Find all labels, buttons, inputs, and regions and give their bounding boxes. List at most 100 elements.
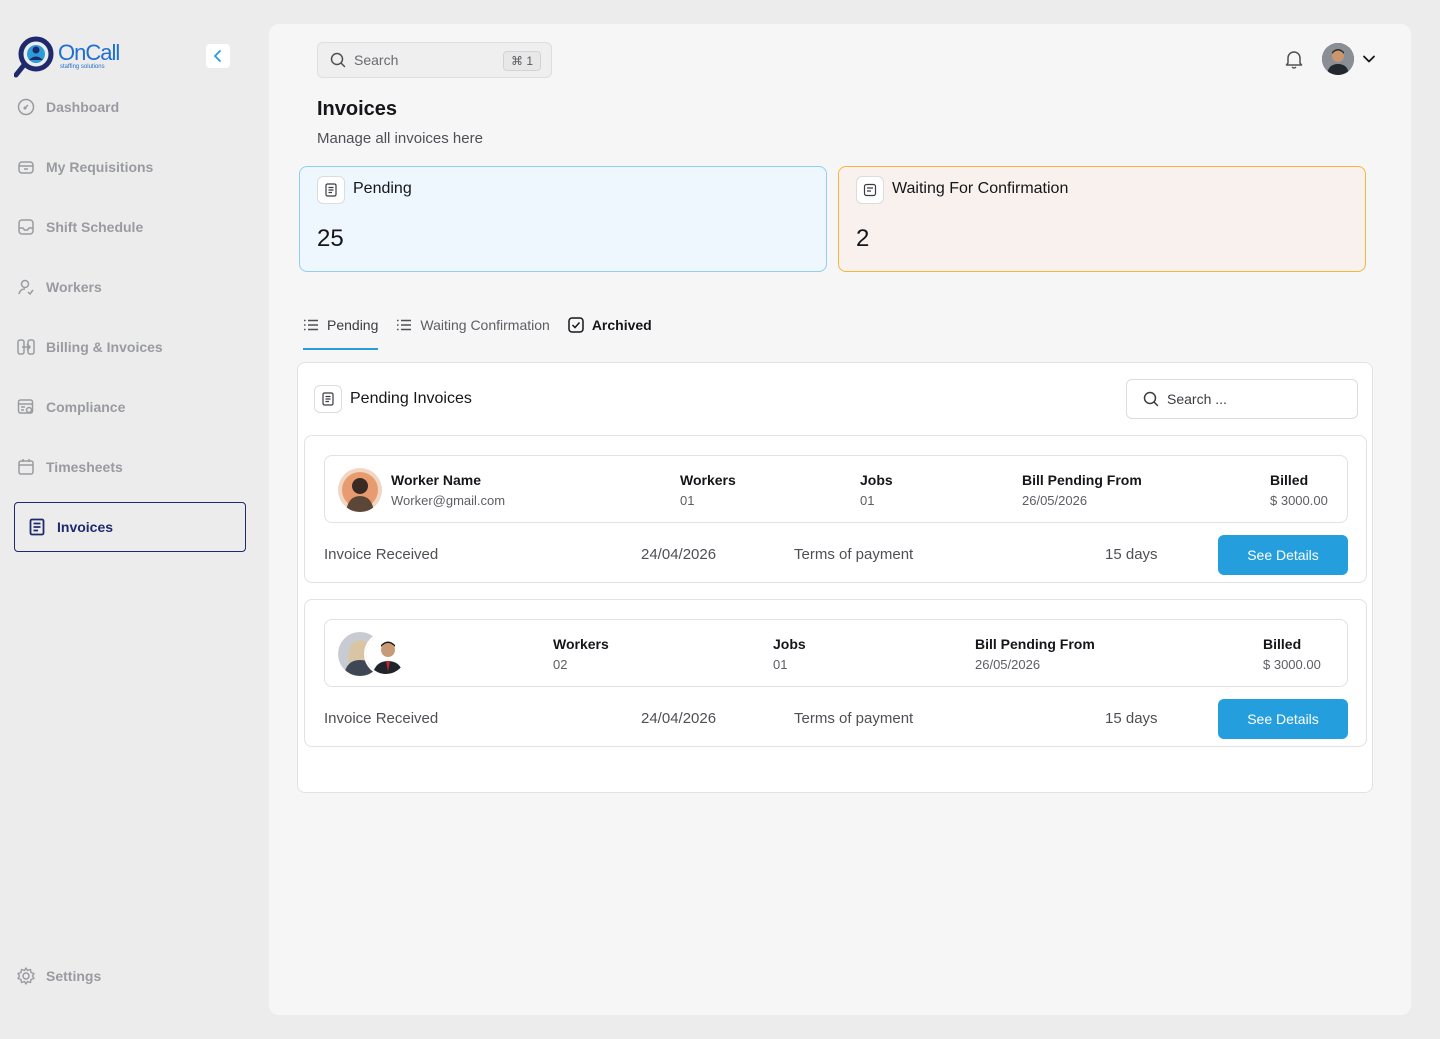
chevron-down-icon <box>1363 55 1375 63</box>
billed-label: Billed <box>1270 472 1309 488</box>
tab-label: Waiting Confirmation <box>420 317 550 333</box>
stat-value: 25 <box>317 225 344 252</box>
invoice-received-label: Invoice Received <box>324 710 439 727</box>
receipt-icon <box>317 176 345 204</box>
worker-name: Worker Name <box>391 472 482 488</box>
brand-name: OnCall <box>58 40 120 65</box>
worker-avatar <box>338 468 382 512</box>
sidebar-item-label: Workers <box>46 279 102 295</box>
search-icon <box>1143 391 1159 407</box>
sidebar-item-dashboard[interactable]: Dashboard <box>14 82 246 132</box>
dashboard-icon <box>16 97 36 117</box>
invoice-received-date: 24/04/2026 <box>641 546 717 563</box>
jobs-value: 01 <box>773 657 788 672</box>
invoice-received-date: 24/04/2026 <box>641 710 717 727</box>
sidebar: OnCall staffing solutions Dashboard My R… <box>0 0 262 1039</box>
sidebar-item-label: Dashboard <box>46 99 120 115</box>
checkbox-icon <box>568 317 584 333</box>
invoice-received-label: Invoice Received <box>324 546 439 563</box>
billed-value: $ 3000.00 <box>1263 657 1321 672</box>
inbox-icon <box>16 217 36 237</box>
jobs-label: Jobs <box>860 472 893 488</box>
user-menu[interactable] <box>1322 43 1376 75</box>
bill-pending-label: Bill Pending From <box>975 636 1095 652</box>
invoice-card: Workers 02 Jobs 01 Bill Pending From 26/… <box>304 599 1367 747</box>
worker-email: Worker@gmail.com <box>391 493 506 508</box>
tab-label: Pending <box>327 317 379 333</box>
sidebar-item-label: Invoices <box>57 519 114 535</box>
gear-icon <box>16 966 36 986</box>
message-icon <box>856 176 884 204</box>
sidebar-nav: Dashboard My Requisitions Shift Schedule… <box>14 82 246 562</box>
sidebar-item-my-requisitions[interactable]: My Requisitions <box>14 142 246 192</box>
page-subtitle: Manage all invoices here <box>317 130 483 147</box>
collapse-sidebar-button[interactable] <box>206 44 230 68</box>
invoice-tabs: Pending Waiting Confirmation Archived <box>303 310 670 350</box>
panel-title: Pending Invoices <box>350 390 472 407</box>
main-content: Search ⌘ 1 Invoices Manage all invoices … <box>269 24 1411 1015</box>
sidebar-item-workers[interactable]: Workers <box>14 262 246 312</box>
billed-label: Billed <box>1263 636 1302 652</box>
chevron-left-icon <box>214 50 221 62</box>
terms-value: 15 days <box>1105 546 1158 563</box>
workers-value: 02 <box>553 657 568 672</box>
search-shortcut-badge: ⌘ 1 <box>502 51 541 71</box>
invoice-search-input[interactable]: Search ... <box>1126 379 1358 419</box>
list-icon <box>396 317 412 333</box>
sidebar-item-label: Billing & Invoices <box>46 339 163 355</box>
oncall-logo[interactable]: OnCall staffing solutions <box>13 34 120 78</box>
box-icon <box>16 157 36 177</box>
sidebar-item-label: Shift Schedule <box>46 219 144 235</box>
global-search-input[interactable]: Search ⌘ 1 <box>317 42 552 78</box>
compliance-icon <box>16 397 36 417</box>
invoice-summary-row: Workers 02 Jobs 01 Bill Pending From 26/… <box>324 619 1348 687</box>
notification-bell-icon[interactable] <box>1283 48 1305 70</box>
terms-label: Terms of payment <box>794 710 914 727</box>
terms-value: 15 days <box>1105 710 1158 727</box>
page-title: Invoices <box>317 98 398 120</box>
search-icon <box>330 52 346 68</box>
logo-icon <box>13 34 56 78</box>
list-icon <box>303 317 319 333</box>
see-details-button[interactable]: See Details <box>1218 535 1348 575</box>
tab-label: Archived <box>591 317 652 333</box>
invoice-summary-row: Worker Name Worker@gmail.com Workers 01 … <box>324 455 1348 523</box>
waiting-confirmation-stat-card[interactable]: Waiting For Confirmation 2 <box>838 166 1366 272</box>
search-placeholder: Search <box>354 52 399 68</box>
tab-archived[interactable]: Archived <box>568 310 652 340</box>
billing-icon <box>16 337 36 357</box>
tab-pending[interactable]: Pending <box>303 310 379 350</box>
sidebar-item-label: My Requisitions <box>46 159 154 175</box>
bill-pending-value: 26/05/2026 <box>975 657 1041 672</box>
see-details-button[interactable]: See Details <box>1218 699 1348 739</box>
sidebar-item-label: Compliance <box>46 399 126 415</box>
stat-title: Waiting For Confirmation <box>892 180 1069 197</box>
stat-title: Pending <box>353 180 412 197</box>
jobs-value: 01 <box>860 493 875 508</box>
stat-value: 2 <box>856 225 870 252</box>
bill-pending-value: 26/05/2026 <box>1022 493 1088 508</box>
sidebar-item-timesheets[interactable]: Timesheets <box>14 442 246 492</box>
sidebar-item-compliance[interactable]: Compliance <box>14 382 246 432</box>
tab-waiting-confirmation[interactable]: Waiting Confirmation <box>396 310 550 340</box>
jobs-label: Jobs <box>773 636 806 652</box>
terms-label: Terms of payment <box>794 546 914 563</box>
search-placeholder: Search ... <box>1167 391 1227 407</box>
user-check-icon <box>16 277 36 297</box>
sidebar-item-shift-schedule[interactable]: Shift Schedule <box>14 202 246 252</box>
sidebar-item-invoices[interactable]: Invoices <box>14 502 246 552</box>
sidebar-item-settings[interactable]: Settings <box>16 966 101 986</box>
worker-avatar <box>364 632 408 676</box>
workers-label: Workers <box>553 636 609 652</box>
invoice-icon <box>27 517 47 537</box>
pending-invoices-panel: Pending Invoices Search ... Worker Name … <box>297 362 1373 793</box>
receipt-icon <box>314 385 342 413</box>
workers-label: Workers <box>680 472 736 488</box>
invoice-card: Worker Name Worker@gmail.com Workers 01 … <box>304 435 1367 583</box>
pending-stat-card[interactable]: Pending 25 <box>299 166 827 272</box>
sidebar-item-billing-invoices[interactable]: Billing & Invoices <box>14 322 246 372</box>
avatar <box>1322 43 1354 75</box>
billed-value: $ 3000.00 <box>1270 493 1328 508</box>
bill-pending-label: Bill Pending From <box>1022 472 1142 488</box>
settings-label: Settings <box>46 968 102 984</box>
